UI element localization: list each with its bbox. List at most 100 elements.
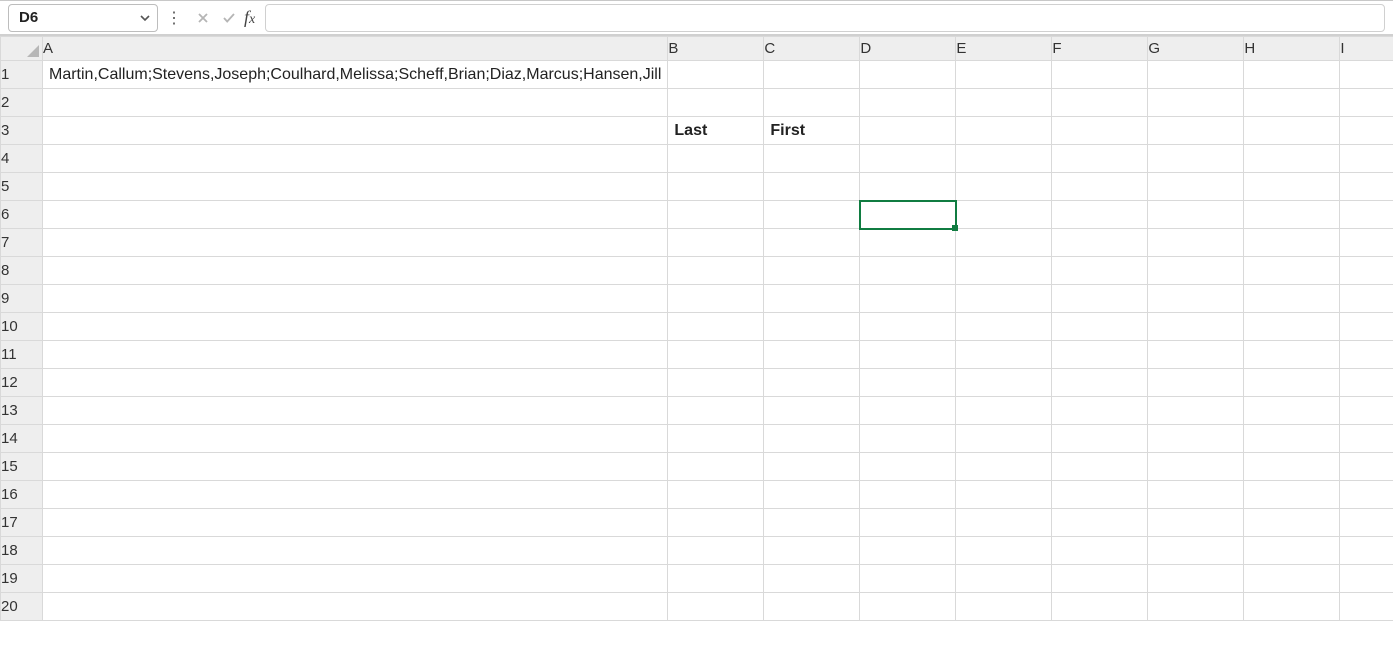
cell-e12[interactable]	[956, 369, 1052, 397]
cell-a19[interactable]	[43, 565, 668, 593]
cell-d10[interactable]	[860, 313, 956, 341]
cell-h17[interactable]	[1244, 509, 1340, 537]
row-header-4[interactable]: 4	[1, 145, 43, 173]
cell-f14[interactable]	[1052, 425, 1148, 453]
cell-h7[interactable]	[1244, 229, 1340, 257]
cell-i8[interactable]	[1340, 257, 1393, 285]
row-header-11[interactable]: 11	[1, 341, 43, 369]
cell-g18[interactable]	[1148, 537, 1244, 565]
cell-a8[interactable]	[43, 257, 668, 285]
cell-g17[interactable]	[1148, 509, 1244, 537]
cell-h12[interactable]	[1244, 369, 1340, 397]
column-header-b[interactable]: B	[668, 37, 764, 61]
cell-i7[interactable]	[1340, 229, 1393, 257]
cell-g5[interactable]	[1148, 173, 1244, 201]
cell-b9[interactable]	[668, 285, 764, 313]
cell-b13[interactable]	[668, 397, 764, 425]
cell-i2[interactable]	[1340, 89, 1393, 117]
row-header-12[interactable]: 12	[1, 369, 43, 397]
row-header-5[interactable]: 5	[1, 173, 43, 201]
cell-e14[interactable]	[956, 425, 1052, 453]
cell-b2[interactable]	[668, 89, 764, 117]
cell-i14[interactable]	[1340, 425, 1393, 453]
cell-g13[interactable]	[1148, 397, 1244, 425]
cell-f10[interactable]	[1052, 313, 1148, 341]
cell-a17[interactable]	[43, 509, 668, 537]
cell-b5[interactable]	[668, 173, 764, 201]
cell-a2[interactable]	[43, 89, 668, 117]
cell-e3[interactable]	[956, 117, 1052, 145]
row-header-6[interactable]: 6	[1, 201, 43, 229]
cell-d18[interactable]	[860, 537, 956, 565]
cell-a1[interactable]: Martin,Callum;Stevens,Joseph;Coulhard,Me…	[43, 61, 668, 89]
cell-f15[interactable]	[1052, 453, 1148, 481]
cell-i1[interactable]	[1340, 61, 1393, 89]
cell-i9[interactable]	[1340, 285, 1393, 313]
cell-i11[interactable]	[1340, 341, 1393, 369]
cell-h1[interactable]	[1244, 61, 1340, 89]
cell-f18[interactable]	[1052, 537, 1148, 565]
cell-c17[interactable]	[764, 509, 860, 537]
cell-c7[interactable]	[764, 229, 860, 257]
cell-d17[interactable]	[860, 509, 956, 537]
cell-b20[interactable]	[668, 593, 764, 621]
cell-a20[interactable]	[43, 593, 668, 621]
cell-f6[interactable]	[1052, 201, 1148, 229]
cell-f8[interactable]	[1052, 257, 1148, 285]
cell-d9[interactable]	[860, 285, 956, 313]
cell-g12[interactable]	[1148, 369, 1244, 397]
cell-h18[interactable]	[1244, 537, 1340, 565]
cell-a6[interactable]	[43, 201, 668, 229]
cell-c12[interactable]	[764, 369, 860, 397]
cell-d14[interactable]	[860, 425, 956, 453]
cell-h20[interactable]	[1244, 593, 1340, 621]
cell-f12[interactable]	[1052, 369, 1148, 397]
cell-i19[interactable]	[1340, 565, 1393, 593]
cell-h14[interactable]	[1244, 425, 1340, 453]
cell-g20[interactable]	[1148, 593, 1244, 621]
cell-a3[interactable]	[43, 117, 668, 145]
cell-f19[interactable]	[1052, 565, 1148, 593]
cell-h2[interactable]	[1244, 89, 1340, 117]
row-header-8[interactable]: 8	[1, 257, 43, 285]
cell-c20[interactable]	[764, 593, 860, 621]
spreadsheet-grid[interactable]: ABCDEFGHIJKLMN1Martin,Callum;Stevens,Jos…	[0, 36, 1393, 669]
column-header-c[interactable]: C	[764, 37, 860, 61]
cell-e5[interactable]	[956, 173, 1052, 201]
cell-g4[interactable]	[1148, 145, 1244, 173]
cell-c6[interactable]	[764, 201, 860, 229]
cell-c9[interactable]	[764, 285, 860, 313]
cell-b4[interactable]	[668, 145, 764, 173]
cell-b16[interactable]	[668, 481, 764, 509]
cell-e19[interactable]	[956, 565, 1052, 593]
cell-f13[interactable]	[1052, 397, 1148, 425]
cell-a11[interactable]	[43, 341, 668, 369]
cell-f4[interactable]	[1052, 145, 1148, 173]
cell-g9[interactable]	[1148, 285, 1244, 313]
cell-i12[interactable]	[1340, 369, 1393, 397]
cell-d16[interactable]	[860, 481, 956, 509]
cell-f5[interactable]	[1052, 173, 1148, 201]
row-header-15[interactable]: 15	[1, 453, 43, 481]
cell-a15[interactable]	[43, 453, 668, 481]
cell-a5[interactable]	[43, 173, 668, 201]
cell-d13[interactable]	[860, 397, 956, 425]
cell-h3[interactable]	[1244, 117, 1340, 145]
cell-a14[interactable]	[43, 425, 668, 453]
cell-c14[interactable]	[764, 425, 860, 453]
cell-f3[interactable]	[1052, 117, 1148, 145]
cell-e2[interactable]	[956, 89, 1052, 117]
cell-h6[interactable]	[1244, 201, 1340, 229]
row-header-3[interactable]: 3	[1, 117, 43, 145]
cell-b18[interactable]	[668, 537, 764, 565]
cell-d7[interactable]	[860, 229, 956, 257]
cell-c15[interactable]	[764, 453, 860, 481]
cell-b15[interactable]	[668, 453, 764, 481]
cell-e7[interactable]	[956, 229, 1052, 257]
cell-d5[interactable]	[860, 173, 956, 201]
cell-f1[interactable]	[1052, 61, 1148, 89]
cell-f9[interactable]	[1052, 285, 1148, 313]
cell-d8[interactable]	[860, 257, 956, 285]
cell-i17[interactable]	[1340, 509, 1393, 537]
cell-h8[interactable]	[1244, 257, 1340, 285]
